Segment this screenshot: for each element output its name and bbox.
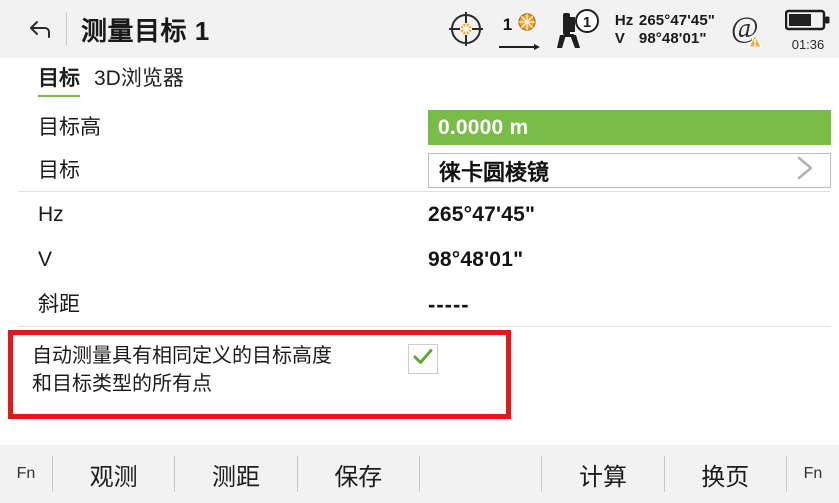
- slope-distance-value: -----: [428, 291, 470, 317]
- status-bar: 1 1 Hz 265°47'45" V 98°48'01" @ 01:36: [446, 0, 831, 58]
- calculate-button[interactable]: 计算: [542, 445, 663, 503]
- bottom-toolbar: Fn 观测 测距 保存 计算 换页 Fn: [0, 445, 839, 503]
- svg-text:1: 1: [583, 14, 591, 31]
- header-divider: [66, 12, 67, 46]
- tab-target[interactable]: 目标: [38, 67, 80, 97]
- prism-icon: [517, 12, 537, 37]
- auto-measure-checkbox[interactable]: [408, 344, 438, 374]
- hz-row-label: Hz: [38, 202, 64, 226]
- battery-time-remaining: 01:36: [791, 36, 825, 52]
- crosshair-target-icon[interactable]: [446, 9, 486, 49]
- v-row-label: V: [38, 247, 53, 271]
- save-button[interactable]: 保存: [298, 445, 419, 503]
- auto-measure-option-label: 自动测量具有相同定义的目标高度 和目标类型的所有点: [8, 342, 408, 399]
- slope-distance-label: 斜距: [38, 292, 80, 316]
- at-sign-warning-icon[interactable]: @: [728, 9, 768, 49]
- tab-3d-viewer[interactable]: 3D浏览器: [94, 67, 184, 94]
- target-value: 徕卡圆棱镜: [439, 159, 550, 185]
- v-row-value: 98°48'01": [428, 247, 524, 271]
- target-height-value: 0.0000 m: [438, 115, 529, 139]
- arrow-right-icon: [498, 38, 541, 50]
- chevron-right-icon[interactable]: [792, 153, 818, 188]
- prism-number: 1: [502, 15, 513, 34]
- prism-selector[interactable]: 1: [498, 12, 541, 50]
- battery-indicator[interactable]: 01:36: [784, 8, 831, 52]
- fn-left-button[interactable]: Fn: [0, 445, 52, 503]
- auto-measure-option-line2: 和目标类型的所有点: [32, 373, 212, 396]
- target-height-label: 目标高: [38, 115, 101, 139]
- angle-readouts: Hz 265°47'45" V 98°48'01": [615, 12, 715, 47]
- app-header: 测量目标 1 1 1 Hz 265°47'45" V 98°48'01" @ 0…: [0, 0, 839, 58]
- tab-bar: 目标 3D浏览器: [0, 58, 839, 104]
- check-mark-icon: [412, 347, 434, 372]
- battery-icon: [784, 8, 831, 37]
- back-arrow-icon[interactable]: [18, 0, 64, 58]
- observe-button[interactable]: 观测: [53, 445, 174, 503]
- hz-row-value: 265°47'45": [428, 202, 536, 226]
- form-row-target: 目标 徕卡圆棱镜: [0, 149, 839, 192]
- page-title: 测量目标 1: [81, 15, 210, 46]
- target-select[interactable]: 徕卡圆棱镜: [428, 153, 831, 188]
- form-row-target-height: 目标高 0.0000 m: [0, 106, 839, 149]
- measure-target-screen: 测量目标 1 1 1 Hz 265°47'45" V 98°48'01" @ 0…: [0, 0, 839, 503]
- v-readout: V 98°48'01": [615, 30, 715, 47]
- target-height-input[interactable]: 0.0000 m: [428, 110, 831, 145]
- distance-button[interactable]: 测距: [175, 445, 296, 503]
- auto-measure-option-row[interactable]: 自动测量具有相同定义的目标高度 和目标类型的所有点: [8, 330, 511, 419]
- hz-value: 265°47'45": [638, 11, 715, 29]
- target-form: 目标高 0.0000 m 目标 徕卡圆棱镜 Hz 265°47'45" V 98…: [0, 106, 839, 327]
- form-row-hz: Hz 265°47'45": [0, 192, 839, 237]
- hz-label: Hz: [614, 11, 634, 29]
- page-switch-button[interactable]: 换页: [665, 445, 786, 503]
- v-label: V: [614, 29, 625, 47]
- form-row-v: V 98°48'01": [0, 237, 839, 282]
- auto-measure-option-line1: 自动测量具有相同定义的目标高度: [32, 345, 332, 367]
- hz-readout: Hz 265°47'45": [615, 12, 715, 29]
- total-station-icon[interactable]: 1: [554, 8, 600, 50]
- target-label: 目标: [38, 158, 80, 182]
- form-row-slope-distance: 斜距 -----: [0, 282, 839, 327]
- fn-right-button[interactable]: Fn: [787, 445, 839, 503]
- v-value: 98°48'01": [638, 29, 707, 47]
- empty-slot-button[interactable]: [420, 445, 541, 503]
